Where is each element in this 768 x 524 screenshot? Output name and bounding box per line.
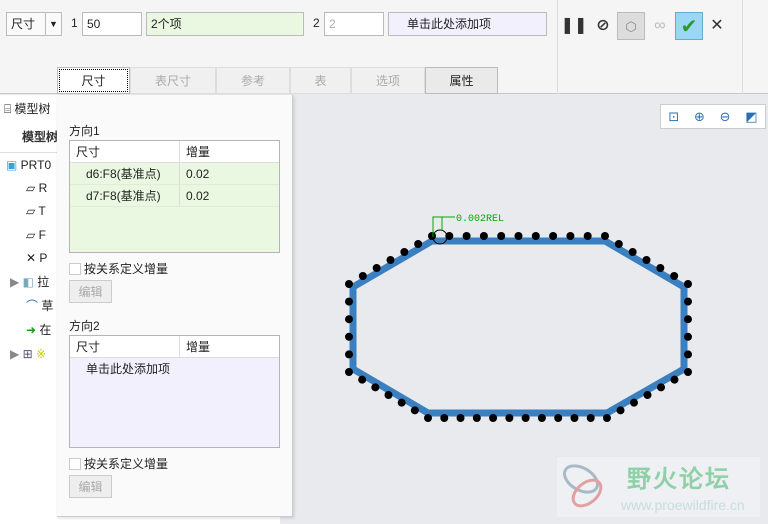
pattern-point[interactable] bbox=[614, 240, 623, 248]
pattern-point[interactable] bbox=[642, 256, 651, 264]
pattern-point[interactable] bbox=[397, 398, 406, 407]
pattern-point[interactable] bbox=[462, 232, 471, 240]
dimension-annotation[interactable]: 0.002REL bbox=[456, 214, 504, 225]
pattern-point[interactable] bbox=[358, 272, 367, 280]
pattern-point[interactable] bbox=[372, 264, 381, 272]
pattern-point[interactable] bbox=[345, 315, 353, 324]
pattern-point[interactable] bbox=[410, 406, 419, 415]
pattern-point[interactable] bbox=[514, 232, 523, 240]
pattern-point[interactable] bbox=[497, 232, 506, 240]
pattern-point[interactable] bbox=[345, 350, 353, 359]
pattern-point[interactable] bbox=[684, 297, 692, 306]
watermark-url: www.proewildfire.cn bbox=[621, 497, 745, 513]
pattern-point[interactable] bbox=[414, 240, 423, 248]
pattern-point[interactable] bbox=[601, 232, 609, 240]
pattern-point[interactable] bbox=[472, 414, 481, 422]
pattern-point[interactable] bbox=[630, 398, 638, 407]
pattern-point[interactable] bbox=[358, 375, 367, 384]
pattern-point[interactable] bbox=[570, 414, 579, 422]
watermark: 野火论坛 www.proewildfire.cn bbox=[557, 457, 760, 517]
watermark-title: 野火论坛 bbox=[627, 466, 731, 493]
pattern-outline bbox=[349, 237, 688, 417]
pattern-point[interactable] bbox=[616, 406, 625, 415]
pattern-point[interactable] bbox=[424, 414, 432, 422]
pattern-point[interactable] bbox=[566, 232, 575, 240]
watermark-logo-icon bbox=[562, 464, 603, 508]
pattern-point[interactable] bbox=[428, 232, 436, 240]
pattern-point[interactable] bbox=[670, 272, 679, 280]
pattern-point[interactable] bbox=[554, 414, 563, 422]
pattern-point[interactable] bbox=[386, 256, 395, 264]
pattern-point[interactable] bbox=[583, 232, 592, 240]
pattern-point[interactable] bbox=[400, 248, 409, 256]
pattern-point[interactable] bbox=[489, 414, 498, 422]
pattern-point[interactable] bbox=[684, 332, 692, 341]
pattern-point[interactable] bbox=[684, 350, 692, 359]
pattern-point[interactable] bbox=[628, 248, 637, 256]
pattern-point[interactable] bbox=[684, 280, 692, 288]
pattern-point[interactable] bbox=[684, 368, 692, 376]
pattern-point[interactable] bbox=[384, 391, 393, 399]
pattern-point[interactable] bbox=[345, 332, 353, 341]
pattern-point[interactable] bbox=[643, 391, 652, 399]
pattern-point[interactable] bbox=[656, 264, 665, 272]
pattern-point[interactable] bbox=[603, 414, 611, 422]
graphics-canvas[interactable]: 0.002REL bbox=[0, 0, 768, 524]
pattern-point[interactable] bbox=[531, 232, 540, 240]
pattern-point[interactable] bbox=[505, 414, 514, 422]
pattern-point[interactable] bbox=[549, 232, 558, 240]
pattern-point[interactable] bbox=[670, 375, 679, 384]
pattern-point[interactable] bbox=[537, 414, 546, 422]
pattern-point[interactable] bbox=[371, 383, 380, 392]
pattern-point[interactable] bbox=[684, 315, 692, 324]
pattern-point[interactable] bbox=[479, 232, 488, 240]
pattern-point[interactable] bbox=[521, 414, 530, 422]
pattern-point[interactable] bbox=[440, 414, 449, 422]
pattern-point[interactable] bbox=[456, 414, 465, 422]
pattern-point[interactable] bbox=[345, 297, 353, 306]
pattern-point[interactable] bbox=[657, 383, 665, 392]
pattern-point[interactable] bbox=[345, 280, 353, 288]
pattern-point[interactable] bbox=[586, 414, 595, 422]
pattern-point[interactable] bbox=[345, 368, 353, 376]
